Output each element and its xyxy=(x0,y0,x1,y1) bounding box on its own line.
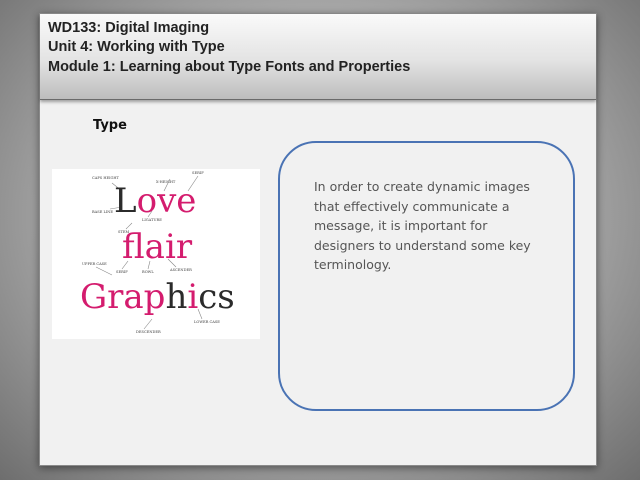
description-box: In order to create dynamic images that e… xyxy=(278,141,575,411)
label-lower-case: LOWER CASE xyxy=(194,320,220,324)
label-bowl: BOWL xyxy=(142,270,154,274)
module-title: Module 1: Learning about Type Fonts and … xyxy=(48,59,411,75)
course-title: WD133: Digital Imaging xyxy=(48,20,210,36)
label-base-line: BASE LINE xyxy=(92,210,113,214)
label-caps-height: CAPS HEIGHT xyxy=(92,176,120,180)
slide: WD133: Digital Imaging Unit 4: Working w… xyxy=(39,13,597,466)
label-upper-case: UPPER CASE xyxy=(82,262,107,266)
description-text: In order to create dynamic images that e… xyxy=(314,179,531,272)
word-love: Love xyxy=(114,181,196,221)
typography-anatomy-figure: CAPS HEIGHT X-HEIGHT SERIF BASE LINE LIG… xyxy=(80,171,235,334)
slide-subtitle: Type xyxy=(93,118,127,133)
word-graphics: Graphics xyxy=(80,277,235,317)
label-descender: DESCENDER xyxy=(136,330,161,334)
title-bar: WD133: Digital Imaging Unit 4: Working w… xyxy=(40,14,596,100)
label-serif-mid: SERIF xyxy=(116,270,128,274)
label-ascender: ASCENDER xyxy=(169,268,192,272)
label-serif-top: SERIF xyxy=(192,171,204,175)
typography-anatomy-image: CAPS HEIGHT X-HEIGHT SERIF BASE LINE LIG… xyxy=(52,169,260,339)
unit-title: Unit 4: Working with Type xyxy=(48,39,225,55)
word-flair: flair xyxy=(122,227,193,267)
